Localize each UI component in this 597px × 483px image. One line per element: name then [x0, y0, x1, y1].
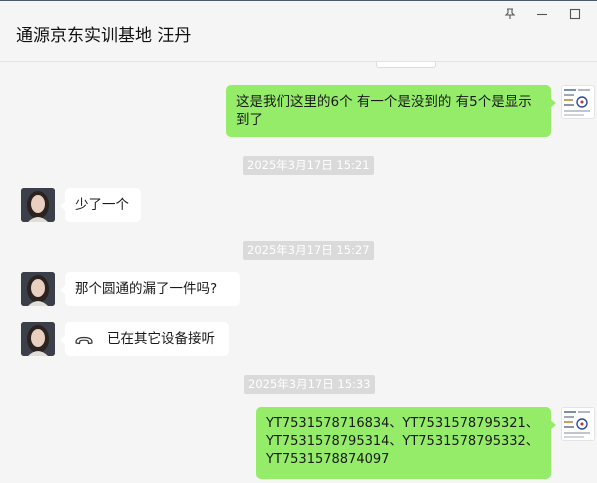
phone-icon: [75, 336, 93, 345]
chat-title: 通源京东实训基地 汪丹: [16, 26, 192, 46]
message-bubble-self[interactable]: 这是我们这里的6个 有一个是没到的 有5个是显示到了: [226, 85, 556, 137]
minimize-icon: [537, 13, 547, 16]
message-text: 那个圆通的漏了一件吗?: [75, 281, 218, 297]
contact-avatar-photo: [21, 322, 55, 356]
message-text: YT7531578716834、YT7531578795321、YT753157…: [266, 416, 539, 467]
timestamp: 2025年3月17日 15:27: [243, 241, 374, 260]
chat-header: 通源京东实训基地 汪丹: [0, 1, 597, 62]
self-avatar[interactable]: [561, 407, 595, 441]
avatar-thumbnail: [564, 89, 590, 116]
contact-avatar[interactable]: [21, 272, 55, 306]
minimize-button[interactable]: [531, 5, 553, 23]
contact-avatar[interactable]: [21, 188, 55, 222]
message-bubble-contact[interactable]: 那个圆通的漏了一件吗?: [60, 272, 240, 306]
contact-avatar[interactable]: [21, 322, 55, 356]
message-text: 少了一个: [75, 197, 129, 213]
self-avatar[interactable]: [561, 85, 595, 119]
maximize-button[interactable]: [564, 5, 586, 23]
timestamp: 2025年3月17日 15:21: [243, 156, 374, 175]
contact-avatar-photo: [21, 272, 55, 306]
call-status-text: 已在其它设备接听: [107, 331, 215, 347]
message-bubble-self[interactable]: YT7531578716834、YT7531578795321、YT753157…: [256, 407, 556, 479]
pin-icon: [504, 8, 516, 19]
previous-message-card[interactable]: [376, 62, 436, 68]
contact-avatar-photo: [21, 188, 55, 222]
avatar-thumbnail: [564, 411, 590, 438]
chat-message-area[interactable]: 这是我们这里的6个 有一个是没到的 有5个是显示到了 2025年3月17日 15…: [0, 62, 597, 483]
message-bubble-contact[interactable]: 少了一个: [60, 188, 141, 222]
timestamp: 2025年3月17日 15:33: [244, 375, 375, 394]
pin-button[interactable]: [499, 5, 521, 23]
maximize-icon: [569, 8, 581, 20]
message-text: 这是我们这里的6个 有一个是没到的 有5个是显示到了: [236, 94, 532, 128]
call-record-bubble[interactable]: 已在其它设备接听: [60, 322, 229, 356]
